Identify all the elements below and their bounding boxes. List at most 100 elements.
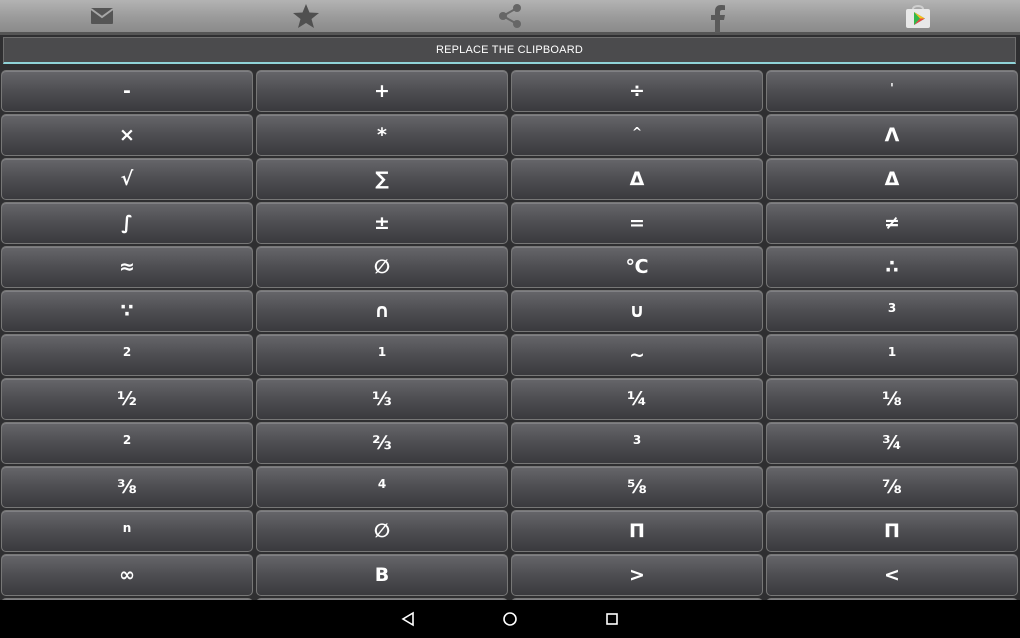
symbol-key[interactable]: 2	[1, 334, 253, 376]
symbol-key-label: ∅	[373, 256, 391, 278]
symbol-key[interactable]: 3	[511, 422, 763, 464]
symbol-key[interactable]: ¾	[766, 422, 1018, 464]
symbol-key[interactable]: ~	[511, 334, 763, 376]
symbol-key-label: ∅	[373, 520, 391, 542]
symbol-key[interactable]: Δ	[766, 158, 1018, 200]
symbol-key-label: 4	[377, 477, 387, 491]
home-button[interactable]	[497, 607, 523, 631]
symbol-key[interactable]: ÷	[511, 70, 763, 112]
symbol-key-label: >	[629, 564, 645, 586]
symbol-key-label: ∩	[374, 300, 390, 322]
symbol-key[interactable]: 2	[1, 422, 253, 464]
symbol-key[interactable]: √	[1, 158, 253, 200]
symbol-key-label: Δ	[884, 168, 900, 190]
symbol-key-label: ∞	[119, 564, 135, 586]
symbol-key-label: <	[884, 564, 900, 586]
symbol-key[interactable]: ∑	[256, 158, 508, 200]
symbol-key-label: Δ	[629, 168, 645, 190]
symbol-key-label: ^	[631, 125, 643, 139]
symbol-key-label: '	[890, 81, 894, 95]
symbol-key[interactable]: ∞	[1, 554, 253, 596]
symbol-key-label: ⅞	[882, 476, 902, 498]
symbol-key-label: =	[629, 212, 645, 234]
back-button[interactable]	[395, 607, 421, 631]
symbol-key[interactable]: ×	[1, 114, 253, 156]
symbol-key[interactable]: ≠	[766, 202, 1018, 244]
symbol-key[interactable]: ∫	[1, 202, 253, 244]
replace-clipboard-label: REPLACE THE CLIPBOARD	[435, 44, 584, 56]
symbol-key-label: ∵	[120, 300, 134, 322]
symbol-keys-grid: - + ÷ ' × * ^ Λ √ ∑ Δ Δ ∫ ± = ≠ ≈ ∅ ℃ ∴ ∵ ∩ ∪ 3 2 1 ~1 ½ ⅓ ¼ ⅛ 2 ⅔ 3 ¾ ⅜ 4 ⅝ ⅞…	[0, 70, 1020, 600]
symbol-key[interactable]: ∅	[256, 246, 508, 288]
symbol-key[interactable]: *	[256, 114, 508, 156]
symbol-key-label: ~	[629, 344, 645, 366]
symbol-key-label: +	[374, 80, 390, 102]
symbol-key[interactable]: ⅜	[1, 466, 253, 508]
symbol-key[interactable]: ∪	[511, 290, 763, 332]
symbol-key[interactable]: Π	[766, 510, 1018, 552]
symbol-key[interactable]: ⅔	[256, 422, 508, 464]
symbol-key-label: ∪	[629, 300, 645, 322]
symbol-key[interactable]: '	[766, 70, 1018, 112]
symbol-key-label: ℃	[625, 256, 649, 278]
system-navigation-bar	[0, 600, 1020, 638]
symbol-key[interactable]: ±	[256, 202, 508, 244]
symbol-key-label: *	[377, 124, 387, 146]
symbol-key[interactable]: ⅛	[766, 378, 1018, 420]
symbol-key[interactable]: ∵	[1, 290, 253, 332]
symbol-key-label: ±	[374, 212, 390, 234]
play-store-icon	[906, 5, 930, 28]
symbol-key[interactable]: ¼	[511, 378, 763, 420]
symbol-key-label: n	[122, 521, 132, 535]
facebook-button[interactable]	[688, 2, 748, 34]
symbol-key[interactable]: >	[511, 554, 763, 596]
home-icon	[503, 612, 517, 626]
share-button[interactable]	[480, 0, 540, 32]
symbol-key-label: Π	[884, 520, 900, 542]
symbol-key-label: 2	[122, 345, 132, 359]
symbol-key[interactable]: 4	[256, 466, 508, 508]
symbol-key[interactable]: +	[256, 70, 508, 112]
symbol-key[interactable]: ⅝	[511, 466, 763, 508]
recents-button[interactable]	[599, 607, 625, 631]
symbol-key[interactable]: =	[511, 202, 763, 244]
symbol-key[interactable]: B	[256, 554, 508, 596]
symbol-key[interactable]: -	[1, 70, 253, 112]
symbol-key[interactable]: Λ	[766, 114, 1018, 156]
symbol-key-label: ×	[119, 124, 135, 146]
symbol-key-label: ∫	[121, 212, 133, 234]
symbol-key[interactable]: n	[1, 510, 253, 552]
symbol-key[interactable]: ∅	[256, 510, 508, 552]
facebook-icon	[711, 5, 725, 33]
share-icon	[499, 4, 521, 28]
symbol-key-label: √	[120, 168, 134, 190]
symbol-key[interactable]: ℃	[511, 246, 763, 288]
symbol-key[interactable]: Δ	[511, 158, 763, 200]
symbol-key[interactable]: ∴	[766, 246, 1018, 288]
symbol-key[interactable]: ⅞	[766, 466, 1018, 508]
symbol-key-label: Λ	[884, 124, 900, 146]
symbol-key-label: ⅔	[372, 432, 392, 454]
symbol-key-label: ⅜	[117, 476, 137, 498]
symbol-key[interactable]: ^	[511, 114, 763, 156]
symbol-key[interactable]: <	[766, 554, 1018, 596]
symbol-key[interactable]: ≈	[1, 246, 253, 288]
play-store-button[interactable]	[888, 0, 948, 32]
mail-button[interactable]	[72, 0, 132, 32]
back-icon	[401, 611, 414, 627]
symbol-key-label: ½	[117, 388, 137, 410]
symbol-key[interactable]: 1	[766, 334, 1018, 376]
symbol-key[interactable]: 1	[256, 334, 508, 376]
symbol-key-label: 2	[122, 433, 132, 447]
symbol-key-label: 3	[632, 433, 642, 447]
symbol-key-label: ≠	[884, 212, 900, 234]
star-icon	[293, 4, 319, 28]
symbol-key[interactable]: ½	[1, 378, 253, 420]
symbol-key[interactable]: 3	[766, 290, 1018, 332]
symbol-key-label: B	[374, 564, 390, 586]
replace-clipboard-button[interactable]: REPLACE THE CLIPBOARD	[3, 37, 1016, 64]
symbol-key[interactable]: ∩	[256, 290, 508, 332]
favorite-button[interactable]	[276, 0, 336, 32]
symbol-key[interactable]: ⅓	[256, 378, 508, 420]
symbol-key[interactable]: Π	[511, 510, 763, 552]
